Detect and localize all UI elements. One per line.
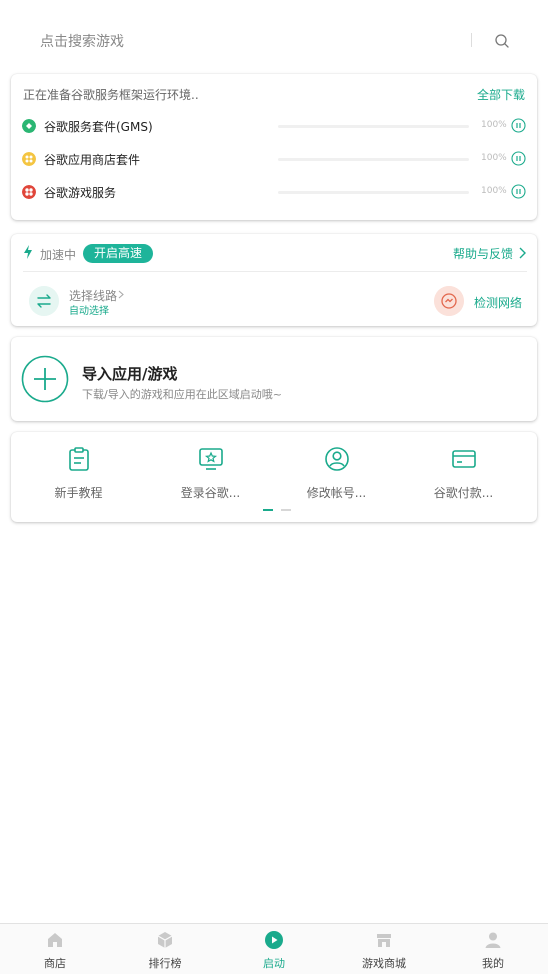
nav-label: 我的 bbox=[482, 957, 504, 970]
network-detect-icon[interactable] bbox=[434, 286, 464, 316]
play-icon bbox=[265, 931, 283, 949]
gms-icon bbox=[22, 119, 36, 133]
divider bbox=[23, 271, 527, 272]
tool-label: 登录谷歌... bbox=[180, 486, 241, 500]
clipboard-icon bbox=[68, 447, 89, 471]
nav-label: 商店 bbox=[44, 957, 66, 970]
chevron-right-icon[interactable] bbox=[518, 247, 526, 259]
pause-icon[interactable] bbox=[511, 184, 526, 199]
help-feedback-link[interactable]: 帮助与反馈 bbox=[453, 245, 513, 262]
tool-label: 新手教程 bbox=[54, 486, 103, 500]
store-icon bbox=[22, 152, 36, 166]
user-circle-icon bbox=[324, 447, 349, 471]
download-item-games: 谷歌游戏服务 100% bbox=[11, 177, 537, 207]
chevron-right-icon bbox=[118, 290, 124, 299]
search-bar[interactable]: 点击搜索游戏 bbox=[0, 0, 548, 70]
shop-icon bbox=[377, 934, 391, 947]
tool-tutorial[interactable]: 新手教程 bbox=[13, 432, 144, 512]
nav-store[interactable]: 商店 bbox=[0, 924, 110, 974]
card-icon bbox=[451, 450, 476, 468]
nav-launch[interactable]: 启动 bbox=[219, 924, 329, 974]
download-all-button[interactable]: 全部下载 bbox=[477, 86, 525, 103]
download-item-name: 谷歌服务套件(GMS) bbox=[44, 120, 153, 134]
cube-icon bbox=[157, 932, 173, 948]
download-item-gms: 谷歌服务套件(GMS) 100% bbox=[11, 111, 537, 141]
nav-label: 排行榜 bbox=[148, 957, 182, 970]
bottom-nav: 商店 排行榜 启动 游戏商城 我的 bbox=[0, 923, 548, 974]
download-item-store: 谷歌应用商店套件 100% bbox=[11, 144, 537, 174]
add-icon[interactable] bbox=[21, 355, 69, 403]
person-icon bbox=[485, 932, 501, 948]
page-dot bbox=[281, 509, 291, 511]
download-progress-bar bbox=[278, 191, 469, 194]
download-percent: 100% bbox=[481, 120, 507, 130]
download-progress-bar bbox=[278, 125, 469, 128]
accelerate-card: 加速中 开启高速 帮助与反馈 选择线路 自动选择 检测网络 bbox=[11, 234, 537, 326]
pause-icon[interactable] bbox=[511, 118, 526, 133]
search-input[interactable]: 点击搜索游戏 bbox=[40, 31, 124, 51]
download-progress-bar bbox=[278, 158, 469, 161]
games-icon bbox=[22, 185, 36, 199]
download-item-name: 谷歌应用商店套件 bbox=[44, 153, 141, 167]
tool-edit-account[interactable]: 修改帐号... bbox=[271, 432, 402, 512]
pause-icon[interactable] bbox=[511, 151, 526, 166]
page-dot-active bbox=[263, 509, 273, 511]
nav-game-mall[interactable]: 游戏商城 bbox=[329, 924, 439, 974]
swap-route-icon[interactable] bbox=[29, 286, 59, 316]
import-subtitle: 下载/导入的游戏和应用在此区域启动哦~ bbox=[82, 388, 282, 401]
high-speed-button[interactable]: 开启高速 bbox=[83, 244, 154, 263]
download-percent: 100% bbox=[481, 153, 507, 163]
page-indicator bbox=[263, 509, 293, 512]
lightning-icon bbox=[24, 245, 32, 259]
monitor-star-icon bbox=[198, 448, 223, 470]
download-status: 正在准备谷歌服务框架运行环境.. bbox=[23, 88, 199, 102]
download-card: 正在准备谷歌服务框架运行环境.. 全部下载 谷歌服务套件(GMS) 100% 谷… bbox=[11, 74, 537, 220]
nav-ranking[interactable]: 排行榜 bbox=[110, 924, 220, 974]
download-percent: 100% bbox=[481, 186, 507, 196]
nav-label: 启动 bbox=[263, 957, 285, 970]
nav-label: 游戏商城 bbox=[362, 957, 406, 970]
home-icon bbox=[48, 933, 62, 947]
route-value: 自动选择 bbox=[69, 306, 109, 317]
tools-card: 新手教程 登录谷歌... 修改帐号... 谷歌付款... bbox=[11, 432, 537, 522]
detect-network-button[interactable]: 检测网络 bbox=[474, 294, 522, 311]
import-title: 导入应用/游戏 bbox=[82, 365, 178, 383]
download-item-name: 谷歌游戏服务 bbox=[44, 186, 117, 200]
tool-label: 谷歌付款... bbox=[433, 486, 494, 500]
search-divider bbox=[471, 33, 472, 47]
tool-label: 修改帐号... bbox=[306, 486, 367, 500]
search-icon[interactable] bbox=[494, 33, 510, 49]
import-card[interactable]: 导入应用/游戏 下载/导入的游戏和应用在此区域启动哦~ bbox=[11, 337, 537, 421]
nav-mine[interactable]: 我的 bbox=[438, 924, 548, 974]
tool-google-login[interactable]: 登录谷歌... bbox=[145, 432, 276, 512]
tool-google-payment[interactable]: 谷歌付款... bbox=[398, 432, 529, 512]
accelerate-status: 加速中 bbox=[40, 248, 77, 262]
